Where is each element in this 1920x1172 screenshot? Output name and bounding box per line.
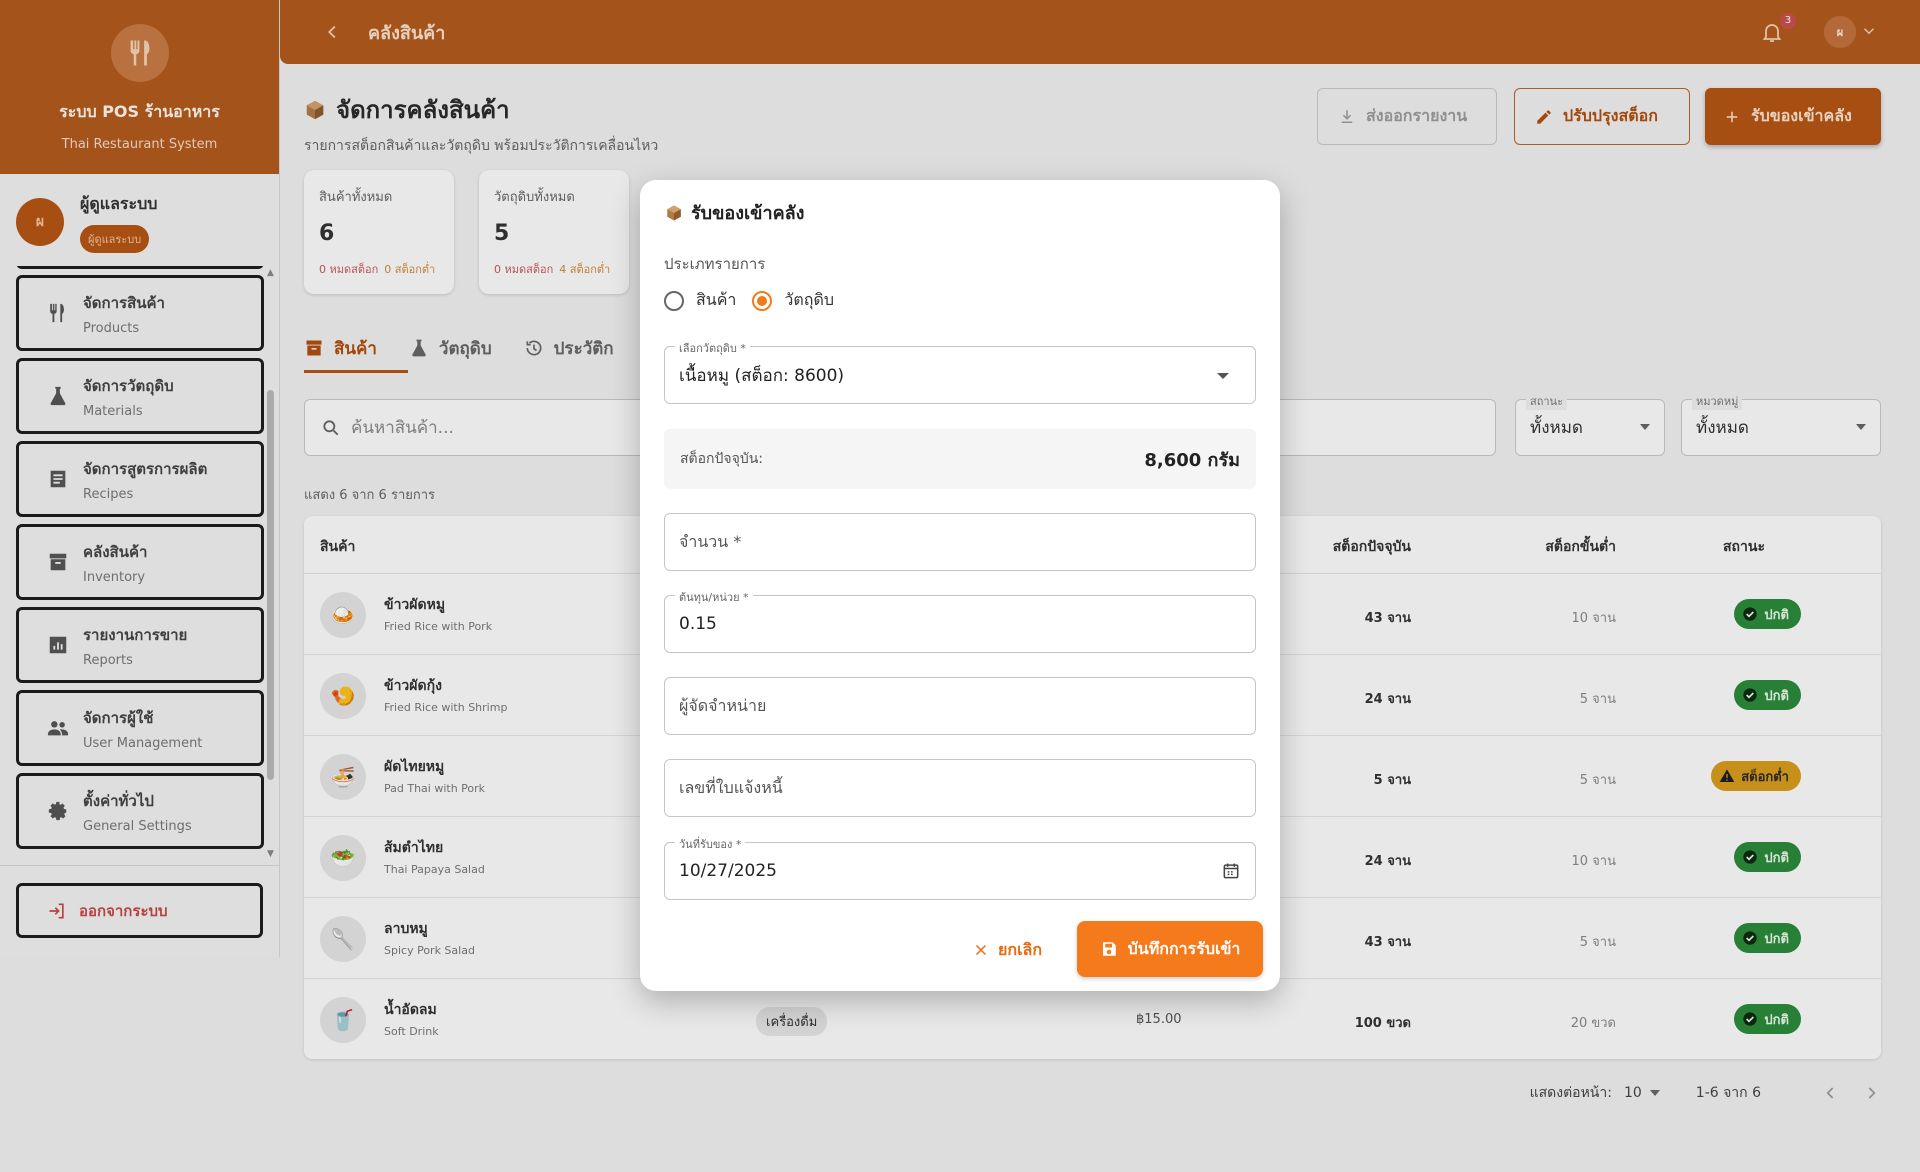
save-label: บันทึกการรับเข้า bbox=[1127, 938, 1241, 958]
field-value: 0.15 bbox=[679, 614, 717, 634]
unit-cost-field[interactable]: ต้นทุน/หน่วย * 0.15 bbox=[664, 588, 1256, 653]
calendar-icon[interactable] bbox=[1221, 861, 1241, 881]
save-icon bbox=[1100, 940, 1118, 958]
current-stock-value: 8,600 กรัม bbox=[1144, 449, 1240, 471]
receive-stock-dialog: รับของเข้าคลัง ประเภทรายการ สินค้า วัตถุ… bbox=[640, 180, 1280, 991]
field-placeholder: เลขที่ใบแจ้งหนี้ bbox=[679, 777, 783, 797]
field-placeholder: ผู้จัดจำหน่าย bbox=[679, 695, 767, 715]
radio-material[interactable] bbox=[752, 290, 773, 311]
radio-label: สินค้า bbox=[696, 290, 737, 309]
dialog-title: รับของเข้าคลัง bbox=[691, 203, 805, 224]
type-label: ประเภทรายการ bbox=[664, 255, 766, 273]
field-value: เนื้อหมู (สต็อก: 8600) bbox=[679, 365, 845, 386]
field-label: วันที่รับของ * bbox=[675, 835, 746, 853]
material-select[interactable]: เลือกวัตถุดิบ * เนื้อหมู (สต็อก: 8600) bbox=[664, 339, 1256, 404]
save-receive-button[interactable]: บันทึกการรับเข้า bbox=[1077, 921, 1263, 977]
invoice-field[interactable]: เลขที่ใบแจ้งหนี้ bbox=[664, 759, 1256, 817]
field-value: 10/27/2025 bbox=[679, 861, 777, 881]
cancel-label: ยกเลิก bbox=[998, 939, 1043, 959]
radio-label: วัตถุดิบ bbox=[784, 290, 834, 309]
field-placeholder: จำนวน * bbox=[679, 531, 742, 551]
quantity-field[interactable]: จำนวน * bbox=[664, 513, 1256, 571]
current-stock-panel: สต็อกปัจจุบัน: 8,600 กรัม bbox=[664, 429, 1256, 489]
supplier-field[interactable]: ผู้จัดจำหน่าย bbox=[664, 677, 1256, 735]
field-label: เลือกวัตถุดิบ * bbox=[675, 339, 750, 357]
type-radio-group: สินค้า วัตถุดิบ bbox=[664, 288, 850, 313]
chevron-down-icon bbox=[1217, 373, 1229, 379]
close-icon bbox=[972, 941, 990, 959]
cancel-button[interactable]: ยกเลิก bbox=[972, 930, 1042, 970]
current-stock-label: สต็อกปัจจุบัน: bbox=[680, 451, 763, 467]
field-label: ต้นทุน/หน่วย * bbox=[675, 588, 753, 606]
receive-date-field[interactable]: วันที่รับของ * 10/27/2025 bbox=[664, 835, 1256, 900]
radio-product[interactable] bbox=[664, 290, 684, 311]
package-icon bbox=[665, 204, 683, 222]
